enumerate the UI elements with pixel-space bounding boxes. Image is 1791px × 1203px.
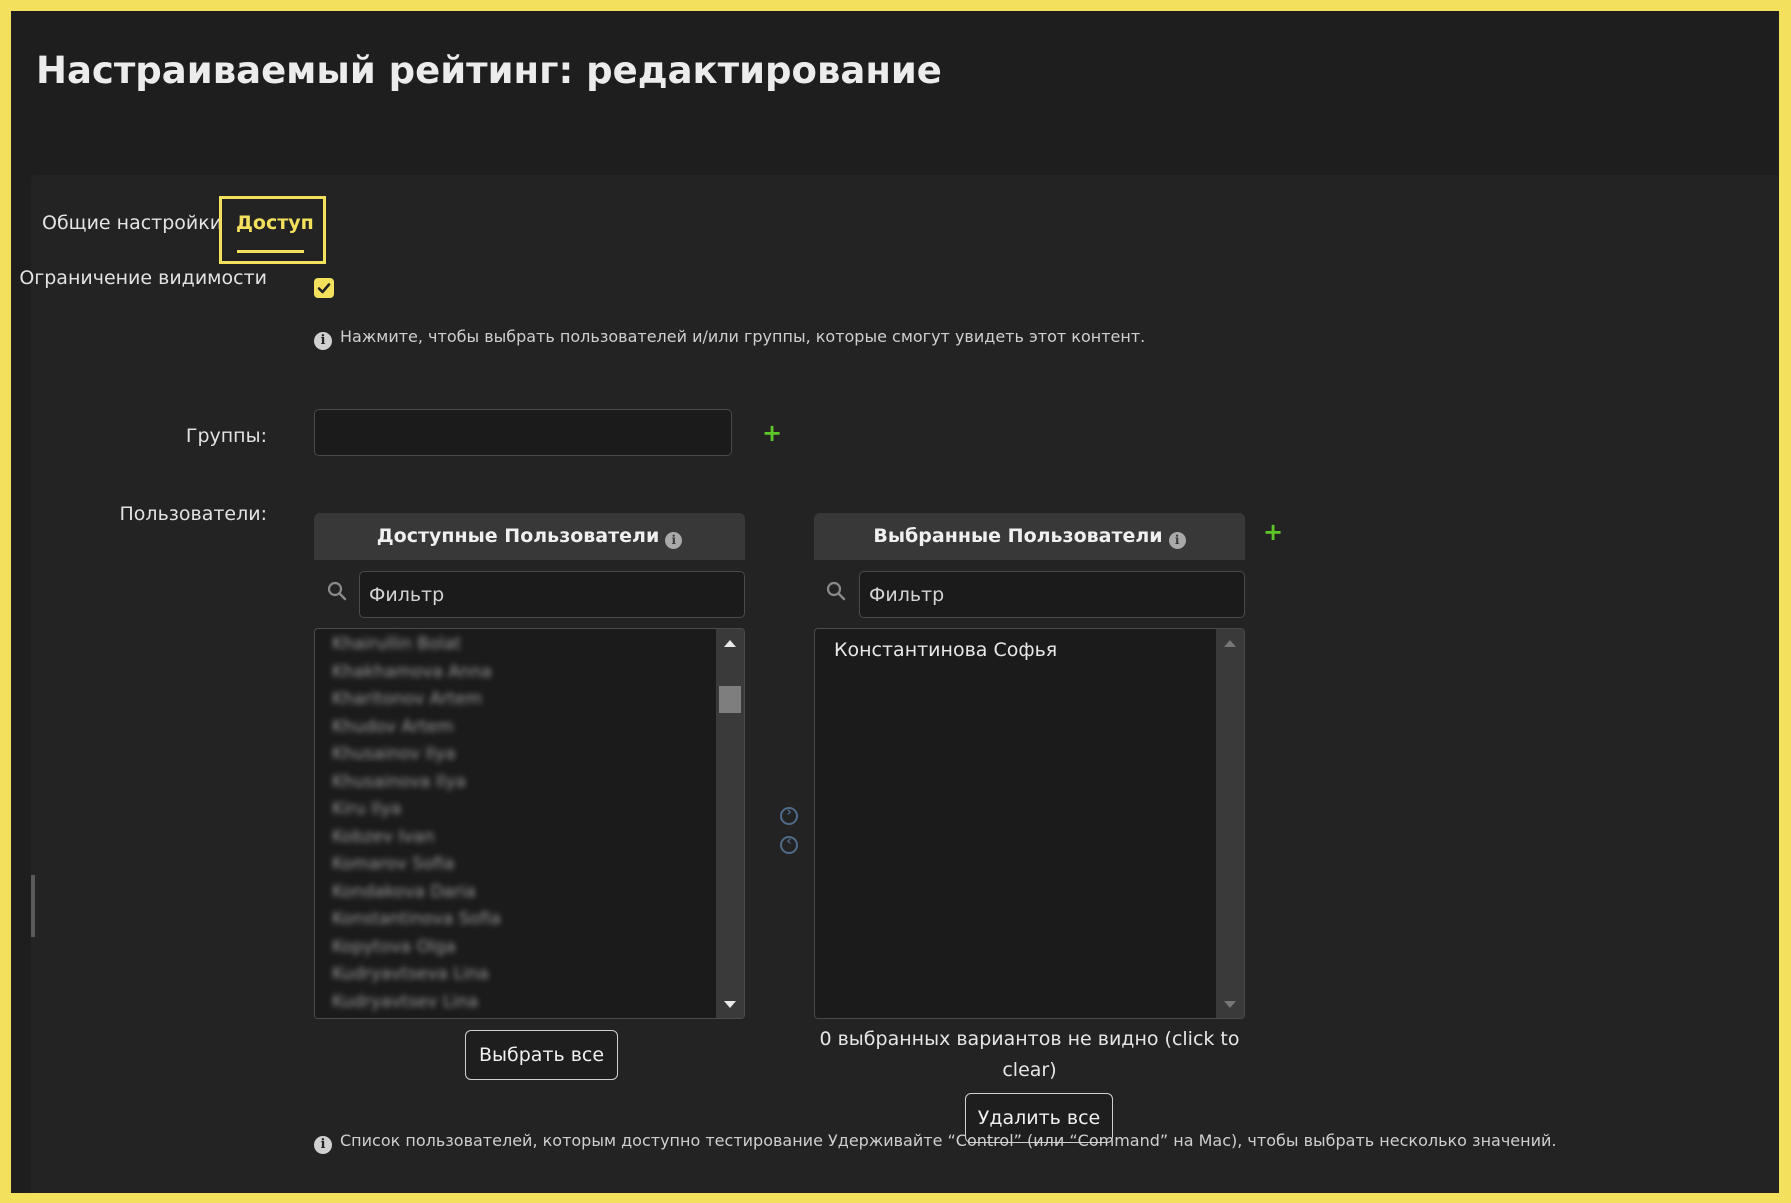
available-users-header: Доступные Пользователи i [314, 513, 745, 560]
arrow-right-circle-icon[interactable]: › [780, 805, 798, 825]
info-icon: i [314, 1136, 332, 1154]
users-label: Пользователи: [119, 503, 267, 525]
chosen-users-list[interactable]: Константинова Софья [814, 628, 1245, 1019]
tab-active-underline [237, 250, 304, 253]
chosen-users-title: Выбранные Пользователи [873, 525, 1163, 547]
scroll-up-icon[interactable] [1224, 640, 1236, 647]
list-item[interactable]: Kudryavtsev Lina [332, 989, 702, 1017]
checkmark-icon [317, 283, 331, 294]
users-help-text: Список пользователей, которым доступно т… [340, 1131, 1557, 1150]
list-item[interactable]: Khairullin Bolat [332, 631, 702, 659]
available-users-title: Доступные Пользователи [376, 525, 660, 547]
scroll-down-icon[interactable] [724, 1001, 736, 1008]
search-icon [327, 581, 347, 601]
available-users-list[interactable]: Khairullin Bolat Khakhamova Anna Kharito… [314, 628, 745, 1019]
visibility-help-text: Нажмите, чтобы выбрать пользователей и/и… [340, 327, 1146, 346]
chosen-items: Константинова Софья [834, 637, 1057, 663]
settings-panel: Общие настройки Доступ Ограничение видим… [19, 175, 1779, 1193]
available-filter-input[interactable] [359, 571, 745, 618]
tab-general-settings[interactable]: Общие настройки [42, 212, 222, 234]
list-item[interactable]: Khusainova Ilya [332, 769, 702, 797]
list-item[interactable]: Kharitonov Artem [332, 686, 702, 714]
users-help: i Список пользователей, которым доступно … [314, 1131, 1556, 1154]
visibility-label: Ограничение видимости [19, 267, 267, 289]
arrow-left-circle-icon[interactable]: ‹ [780, 834, 798, 854]
tab-access[interactable]: Доступ [219, 196, 326, 264]
list-item[interactable]: Khudov Artem [332, 714, 702, 742]
app-window: Настраиваемый рейтинг: редактирование Об… [11, 11, 1779, 1193]
list-item[interactable]: Kiru Ilya [332, 796, 702, 824]
search-icon [826, 581, 846, 601]
info-icon: i [314, 332, 332, 350]
select-all-button[interactable]: Выбрать все [465, 1030, 618, 1080]
panel-edge [31, 875, 35, 937]
list-item[interactable]: Komarov Sofia [332, 851, 702, 879]
chosen-filter-input[interactable] [859, 571, 1245, 618]
list-item[interactable]: Konstantinova Sofia [332, 906, 702, 934]
available-items: Khairullin Bolat Khakhamova Anna Kharito… [332, 631, 702, 1016]
list-item[interactable]: Kobzev Ivan [332, 824, 702, 852]
visibility-checkbox[interactable] [314, 278, 334, 298]
list-item[interactable]: Kondakova Daria [332, 879, 702, 907]
list-item[interactable]: Kopytova Olga [332, 934, 702, 962]
list-item[interactable]: Kudryavtseva Lina [332, 961, 702, 989]
list-item[interactable]: Константинова Софья [834, 637, 1057, 663]
hidden-selection-note[interactable]: 0 выбранных вариантов не видно (click to… [814, 1024, 1245, 1086]
groups-input[interactable] [314, 409, 732, 456]
scroll-thumb[interactable] [719, 686, 741, 713]
available-scrollbar[interactable] [716, 629, 744, 1018]
info-icon[interactable]: i [1168, 532, 1186, 549]
add-user-plus-icon[interactable]: + [1263, 520, 1283, 544]
scroll-up-icon[interactable] [724, 640, 736, 647]
chosen-scrollbar[interactable] [1216, 629, 1244, 1018]
groups-label: Группы: [185, 425, 267, 447]
info-icon[interactable]: i [665, 532, 683, 549]
add-group-plus-icon[interactable]: + [762, 421, 782, 445]
list-item[interactable]: Khakhamova Anna [332, 659, 702, 687]
scroll-down-icon[interactable] [1224, 1001, 1236, 1008]
visibility-help: i Нажмите, чтобы выбрать пользователей и/… [314, 327, 1145, 350]
list-item[interactable]: Khusainov Ilya [332, 741, 702, 769]
page-title: Настраиваемый рейтинг: редактирование [36, 49, 942, 92]
chosen-users-header: Выбранные Пользователи i [814, 513, 1245, 560]
tab-access-label: Доступ [236, 212, 314, 234]
